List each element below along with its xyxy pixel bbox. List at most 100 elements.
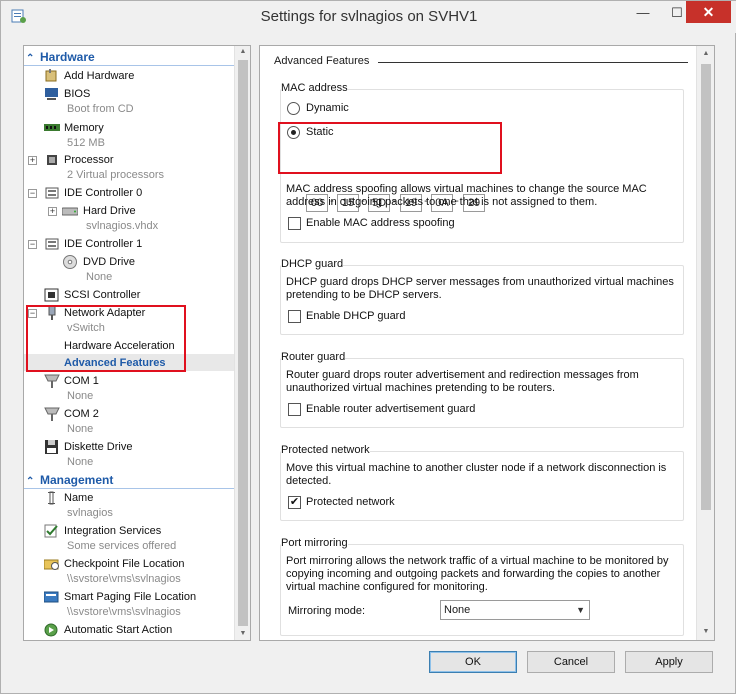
sidebar-item-dvd-drive-detail: None xyxy=(86,271,113,283)
dvd-drive-icon xyxy=(63,255,77,269)
close-button[interactable]: ✕ xyxy=(686,1,731,23)
sidebar-item-com-1-detail: None xyxy=(67,390,94,402)
mac-spoofing-description-line-1: MAC address spoofing allows virtual mach… xyxy=(286,183,647,195)
sidebar-item-memory[interactable]: Memory xyxy=(64,120,104,136)
sidebar-item-integration-services[interactable]: Integration Services xyxy=(64,523,161,539)
scroll-down-arrow-icon[interactable]: ▼ xyxy=(697,626,714,638)
sidebar-item-scsi-controller[interactable]: SCSI Controller xyxy=(64,287,140,303)
integration-services-icon xyxy=(44,524,58,538)
sidebar-item-integration-services-detail: Some services offered xyxy=(67,540,177,552)
scroll-down-arrow-icon[interactable]: ▼ xyxy=(235,628,250,640)
router-guard-description-line-2: unauthorized virtual machines pretending… xyxy=(286,382,556,394)
port-mirroring-description-line-1: Port mirroring allows the network traffi… xyxy=(286,555,669,567)
sidebar-item-com-2-detail: None xyxy=(67,423,94,435)
sidebar-item-memory-detail: 512 MB xyxy=(67,137,105,149)
smart-paging-file-location-icon xyxy=(44,591,59,603)
sidebar-item-bios[interactable]: BIOS xyxy=(64,86,90,102)
add-hardware-icon xyxy=(45,69,57,82)
section-divider xyxy=(24,65,234,66)
sidebar-item-ide-controller-1[interactable]: IDE Controller 1 xyxy=(64,236,142,252)
processor-icon xyxy=(47,155,57,165)
section-divider xyxy=(24,488,234,489)
hardware-section-header[interactable]: ⌃ Hardware xyxy=(26,49,95,65)
router-guard-checkbox[interactable] xyxy=(288,403,301,416)
dynamic-radio[interactable] xyxy=(287,102,300,115)
dhcp-guard-checkbox[interactable] xyxy=(288,310,301,323)
sidebar-item-automatic-start-action[interactable]: Automatic Start Action xyxy=(64,622,172,638)
pane-title-rule xyxy=(378,62,688,63)
sidebar-item-dvd-drive[interactable]: DVD Drive xyxy=(83,254,135,270)
sidebar-scrollbar[interactable]: ▲ ▼ xyxy=(234,46,250,640)
mirroring-mode-select[interactable]: None ▼ xyxy=(440,600,590,620)
highlight-box-static-mac xyxy=(278,122,502,174)
dynamic-radio-label[interactable]: Dynamic xyxy=(306,102,349,115)
window-title: Settings for svlnagios on SVHV1 xyxy=(260,8,478,25)
mac-spoofing-checkbox[interactable] xyxy=(288,217,301,230)
sidebar-item-smart-paging-file-location-detail: \\svstore\vms\svlnagios xyxy=(67,606,181,618)
scroll-up-arrow-icon[interactable]: ▲ xyxy=(697,48,714,60)
port-mirroring-description-line-2: copying incoming and outgoing packets an… xyxy=(286,568,661,580)
sidebar-item-com-1[interactable]: COM 1 xyxy=(64,373,99,389)
scsi-controller-icon xyxy=(44,288,59,302)
protected-network-description-line-1: Move this virtual machine to another clu… xyxy=(286,462,667,474)
minimize-button[interactable]: — xyxy=(629,3,657,23)
dhcp-guard-checkbox-label[interactable]: Enable DHCP guard xyxy=(306,310,405,323)
sidebar-item-checkpoint-file-location-detail: \\svstore\vms\svlnagios xyxy=(67,573,181,585)
router-guard-checkbox-label[interactable]: Enable router advertisement guard xyxy=(306,403,475,416)
protected-network-description-line-2: detected. xyxy=(286,475,332,487)
com-port-icon xyxy=(44,374,60,388)
sidebar-item-diskette-drive-detail: None xyxy=(67,456,94,468)
ok-button[interactable]: OK xyxy=(429,651,517,673)
highlight-box-network-adapter xyxy=(26,305,186,372)
pane-scroll-thumb[interactable] xyxy=(701,64,711,510)
sidebar-item-diskette-drive[interactable]: Diskette Drive xyxy=(64,439,132,455)
scroll-up-arrow-icon[interactable]: ▲ xyxy=(235,46,250,58)
expand-plus-icon[interactable]: + xyxy=(28,156,37,165)
title-bar: Settings for svlnagios on SVHV1 — ☐ ✕ xyxy=(1,1,736,33)
com-port-icon xyxy=(44,407,60,421)
sidebar-item-checkpoint-file-location[interactable]: Checkpoint File Location xyxy=(64,556,184,572)
hard-drive-icon xyxy=(62,207,78,216)
collapse-minus-icon[interactable]: − xyxy=(28,189,37,198)
dhcp-guard-description-line-2: pretending to be DHCP servers. xyxy=(286,289,442,301)
collapse-minus-icon[interactable]: − xyxy=(28,240,37,249)
sidebar-item-name[interactable]: Name xyxy=(64,490,93,506)
protected-network-checkbox[interactable]: ✔ xyxy=(288,496,301,509)
sidebar-scroll-thumb[interactable] xyxy=(238,60,248,626)
expand-plus-icon[interactable]: + xyxy=(48,207,57,216)
mac-address-group-title: MAC address xyxy=(281,82,348,95)
sidebar-item-ide-controller-0[interactable]: IDE Controller 0 xyxy=(64,185,142,201)
sidebar-item-smart-paging-file-location[interactable]: Smart Paging File Location xyxy=(64,589,196,605)
sidebar-item-hard-drive-detail: svlnagios.vhdx xyxy=(86,220,159,232)
port-mirroring-group-title: Port mirroring xyxy=(281,537,348,550)
automatic-start-action-icon xyxy=(44,623,58,637)
port-mirroring-description-line-3: virtual machine configured for monitorin… xyxy=(286,581,488,593)
ide-controller-icon xyxy=(45,238,59,250)
protected-network-checkbox-label[interactable]: Protected network xyxy=(306,496,395,509)
sidebar-item-processor[interactable]: Processor xyxy=(64,152,114,168)
management-section-header[interactable]: ⌃ Management xyxy=(26,472,113,488)
settings-window: Settings for svlnagios on SVHV1 — ☐ ✕ ⌃ H… xyxy=(0,0,736,694)
sidebar-item-processor-detail: 2 Virtual processors xyxy=(67,169,165,181)
dhcp-guard-description-line-1: DHCP guard drops DHCP server messages fr… xyxy=(286,276,674,288)
pane-title: Advanced Features xyxy=(274,55,370,67)
mirroring-mode-label: Mirroring mode: xyxy=(288,605,366,617)
pane-scrollbar[interactable]: ▲ ▼ xyxy=(696,46,714,640)
sidebar-item-bios-detail: Boot from CD xyxy=(67,103,134,115)
settings-navigation-tree: ⌃ Hardware Add Hardware BIOS Boot from CD… xyxy=(23,45,251,641)
router-guard-description-line-1: Router guard drops router advertisement … xyxy=(286,369,639,381)
sidebar-item-com-2[interactable]: COM 2 xyxy=(64,406,99,422)
bios-icon xyxy=(45,88,58,100)
sidebar-item-name-detail: svlnagios xyxy=(67,507,113,519)
cancel-button[interactable]: Cancel xyxy=(527,651,615,673)
mac-spoofing-description-line-2: address in outgoing packets to one that … xyxy=(286,196,598,208)
checkpoint-file-location-icon xyxy=(44,559,59,570)
memory-icon xyxy=(44,124,60,131)
sidebar-item-add-hardware[interactable]: Add Hardware xyxy=(64,68,134,84)
dhcp-guard-group-title: DHCP guard xyxy=(281,258,344,271)
advanced-features-pane: Advanced Features MAC address Dynamic St… xyxy=(259,45,715,641)
mirroring-mode-value: None xyxy=(444,604,471,616)
apply-button[interactable]: Apply xyxy=(625,651,713,673)
sidebar-item-hard-drive[interactable]: Hard Drive xyxy=(83,203,136,219)
mac-spoofing-checkbox-label[interactable]: Enable MAC address spoofing xyxy=(306,217,455,230)
